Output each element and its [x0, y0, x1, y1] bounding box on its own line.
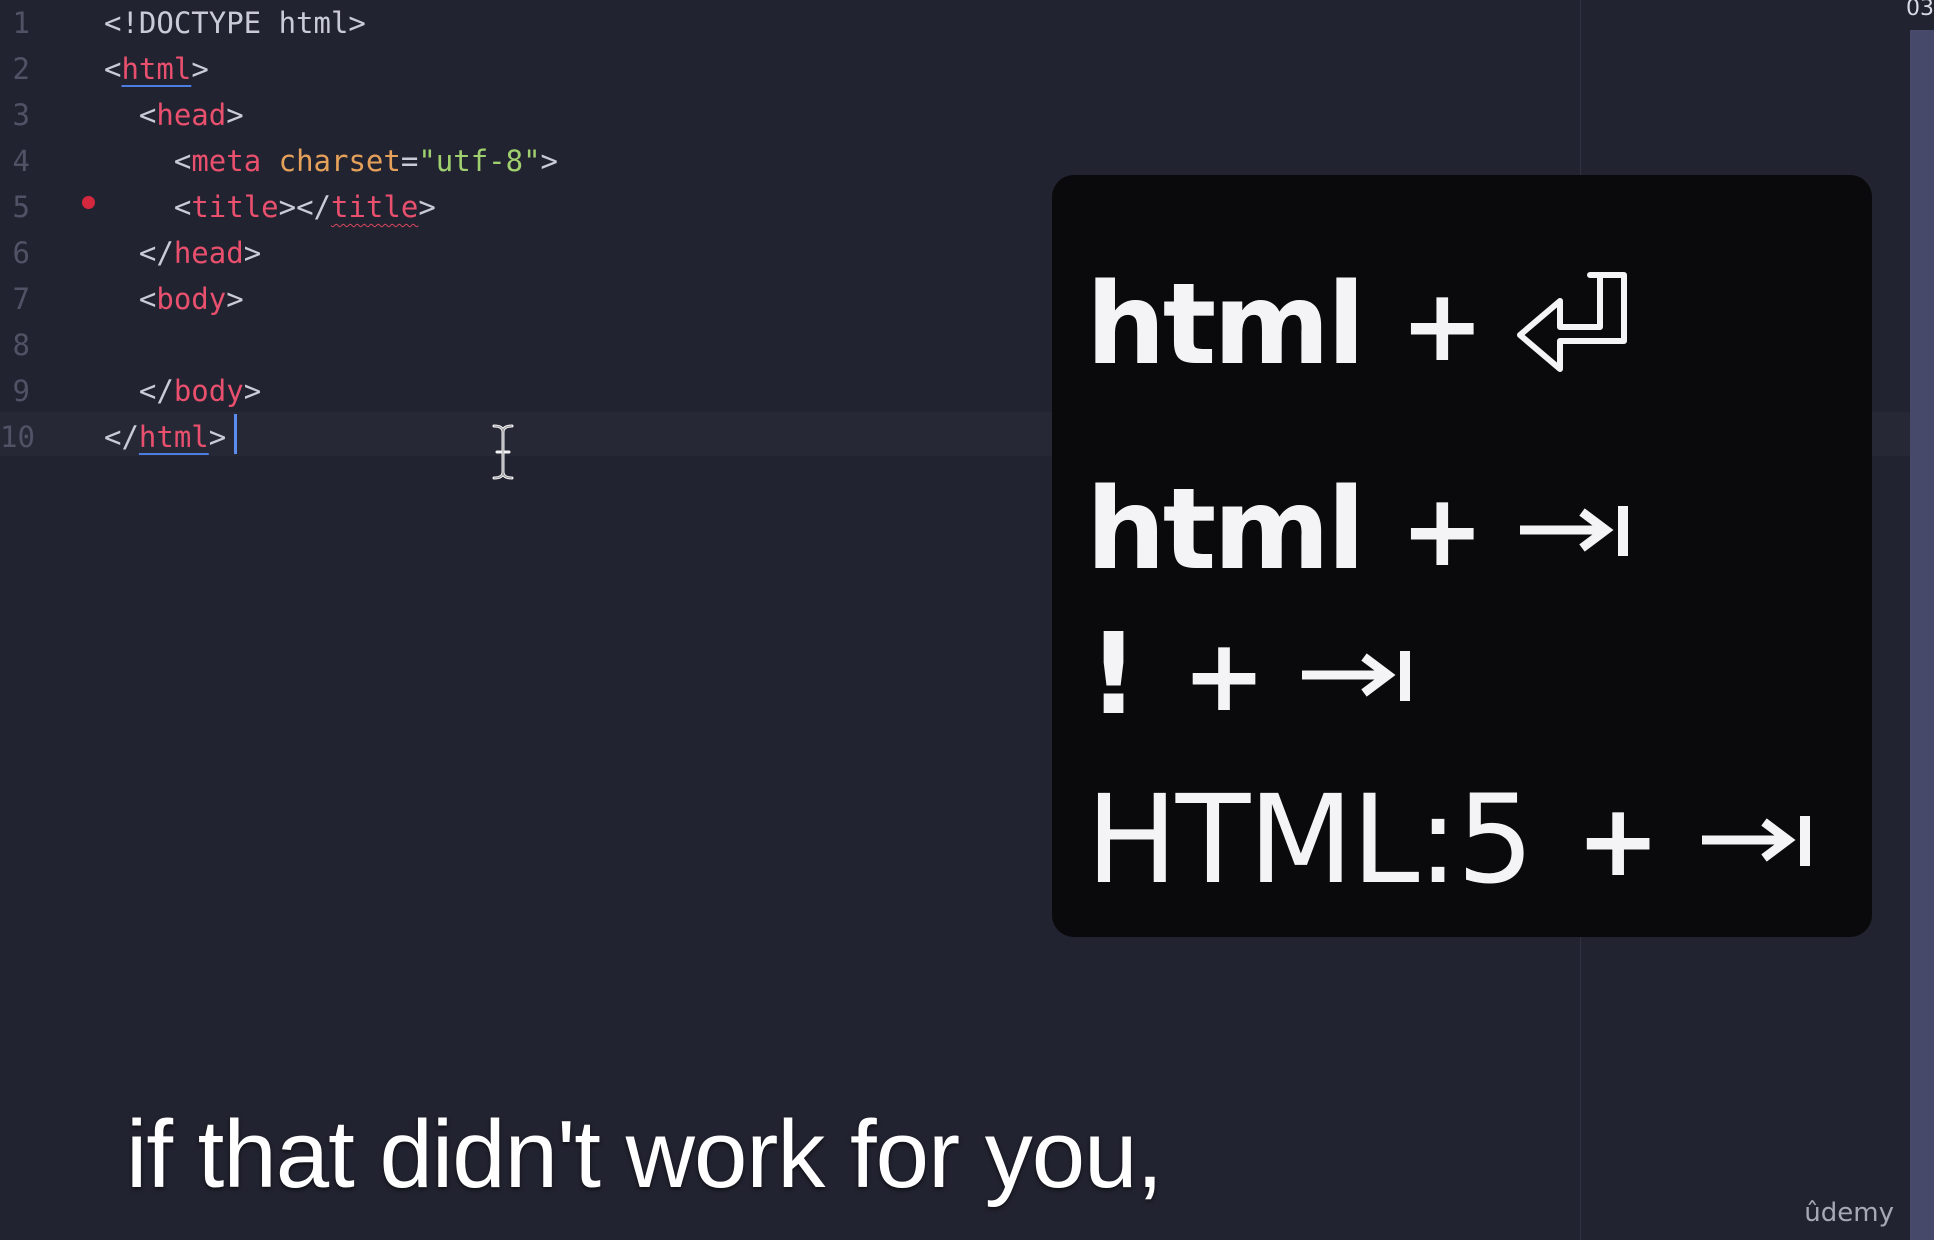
- return-key-icon: [1517, 272, 1628, 372]
- line-number: 5: [12, 190, 30, 224]
- line-number: 2: [12, 52, 30, 86]
- code-token: </: [104, 236, 174, 270]
- line-number: 10: [0, 420, 35, 454]
- code-token: >: [418, 190, 436, 224]
- code-token: head: [156, 98, 227, 132]
- subtitle-caption: if that didn't work for you,: [126, 1101, 1163, 1208]
- shortcut-row-html-return: html +: [1086, 260, 1632, 390]
- tab-key-icon: [1702, 816, 1811, 866]
- code-token: </: [104, 420, 139, 454]
- line-number: 8: [12, 328, 30, 362]
- code-line[interactable]: 3 <head>: [0, 92, 1000, 138]
- tab-key-icon: [1520, 506, 1629, 556]
- code-token: body: [173, 374, 244, 408]
- code-token: >: [226, 98, 244, 132]
- code-token: </: [104, 374, 174, 408]
- code-token: "utf-8": [418, 144, 541, 178]
- shortcut-row-html5-tab: HTML:5 +: [1086, 769, 1814, 911]
- plus-sign: +: [1400, 266, 1485, 384]
- line-code: <!DOCTYPE html>: [104, 0, 366, 46]
- code-token: body: [156, 282, 227, 316]
- line-number: 6: [12, 236, 30, 270]
- code-line[interactable]: 7 <body>: [0, 276, 1000, 322]
- video-side-strip: [1910, 30, 1934, 1240]
- plus-sign: +: [1182, 616, 1266, 734]
- corner-label: 03: [1906, 0, 1934, 21]
- shortcut-word: !: [1088, 610, 1139, 740]
- udemy-watermark: ûdemy: [1804, 1198, 1894, 1228]
- code-token: =: [400, 144, 419, 178]
- code-token: >: [243, 374, 262, 408]
- breakpoint-dot[interactable]: [82, 196, 95, 209]
- code-token: <: [104, 144, 192, 178]
- code-token: <: [104, 190, 192, 224]
- video-frame: 1 <!DOCTYPE html> 2 <html> 3 <head> 4 <meta c…: [0, 0, 1934, 1240]
- line-number: 7: [12, 282, 30, 316]
- code-token: charset: [278, 144, 401, 178]
- line-number: 1: [12, 6, 30, 40]
- line-code: <title></title>: [104, 184, 436, 230]
- plus-sign: +: [1400, 471, 1485, 589]
- shortcut-row-bang-tab: ! +: [1088, 610, 1414, 740]
- code-token: >: [540, 144, 558, 178]
- code-token: <!DOCTYPE html>: [104, 6, 366, 40]
- line-code: </body>: [104, 368, 261, 414]
- code-line[interactable]: 8: [0, 322, 1000, 368]
- code-line[interactable]: 5 <title></title>: [0, 184, 1000, 230]
- code-token: html: [138, 420, 209, 454]
- line-number: 4: [12, 144, 30, 178]
- code-token: <: [104, 52, 122, 86]
- shortcut-card: html + html + ! + HTML:5 +: [1052, 175, 1872, 937]
- shortcut-word: html: [1086, 260, 1365, 390]
- plus-sign: +: [1576, 781, 1661, 899]
- text-cursor: [234, 414, 237, 454]
- code-token: html: [121, 52, 192, 86]
- code-token: title: [331, 190, 419, 224]
- code-line[interactable]: 1 <!DOCTYPE html>: [0, 0, 1000, 46]
- ibeam-cursor-icon: [492, 424, 514, 480]
- code-token: title: [191, 190, 279, 224]
- code-token: meta: [191, 144, 262, 178]
- code-token: <: [104, 98, 157, 132]
- shortcut-word: html: [1086, 465, 1365, 595]
- tab-key-icon: [1301, 651, 1410, 701]
- code-token: head: [173, 236, 244, 270]
- code-line[interactable]: 4 <meta charset="utf-8">: [0, 138, 1000, 184]
- code-token: >: [208, 420, 227, 454]
- line-code: </html>: [104, 414, 226, 460]
- line-number: 9: [12, 374, 30, 408]
- shortcut-word: HTML:5: [1086, 769, 1534, 911]
- code-token: >: [243, 236, 262, 270]
- line-code: <head>: [104, 92, 244, 138]
- code-line[interactable]: 9 </body>: [0, 368, 1000, 414]
- line-number: 3: [12, 98, 30, 132]
- line-code: <meta charset="utf-8">: [104, 138, 558, 184]
- code-token: >: [226, 282, 244, 316]
- line-code: <html>: [104, 46, 209, 92]
- line-code: <body>: [104, 276, 244, 322]
- code-token: >: [191, 52, 209, 86]
- shortcut-row-html-tab: html +: [1086, 465, 1632, 595]
- code-line[interactable]: 6 </head>: [0, 230, 1000, 276]
- code-line[interactable]: 2 <html>: [0, 46, 1000, 92]
- code-token: ></: [278, 190, 332, 224]
- line-code: </head>: [104, 230, 261, 276]
- code-token: <: [104, 282, 157, 316]
